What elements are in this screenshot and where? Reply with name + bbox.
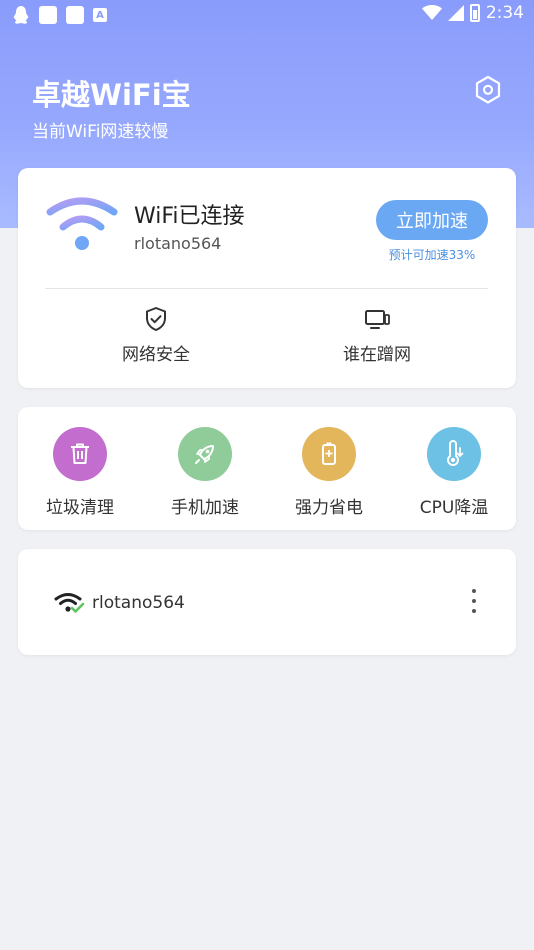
- app-notification-icon: [39, 6, 57, 24]
- tool-label: CPU降温: [419, 498, 489, 518]
- network-list-card: rlotano564: [18, 549, 516, 655]
- feature-label: 谁在蹭网: [343, 345, 411, 365]
- tools-card: 垃圾清理 手机加速 强力省电 CPU降温: [18, 407, 516, 530]
- shield-check-icon: [146, 307, 166, 331]
- network-security-button[interactable]: 网络安全: [86, 306, 226, 365]
- more-options-button[interactable]: [464, 587, 484, 615]
- settings-button[interactable]: [472, 74, 504, 106]
- qq-icon: [13, 6, 29, 24]
- boost-estimate: 预计可加速33%: [388, 248, 476, 262]
- tool-label: 手机加速: [171, 498, 239, 518]
- more-vertical-icon: [472, 589, 476, 613]
- feature-label: 网络安全: [122, 345, 190, 365]
- battery-charging-icon: [469, 4, 480, 22]
- tool-label: 垃圾清理: [46, 498, 114, 518]
- devices-icon: [365, 310, 390, 329]
- tool-icon-circle: [178, 427, 232, 481]
- app-title: 卓越WiFi宝: [32, 78, 191, 112]
- rocket-icon: [195, 445, 214, 464]
- clock: 2:34: [485, 3, 524, 23]
- settings-hexagon-icon: [475, 75, 501, 104]
- divider: [45, 288, 488, 289]
- junk-clean-button[interactable]: 垃圾清理: [20, 427, 140, 518]
- wifi-connected-large-icon: [46, 197, 118, 250]
- phone-boost-button[interactable]: 手机加速: [145, 427, 265, 518]
- network-name: rlotano564: [92, 593, 185, 613]
- cpu-cooling-button[interactable]: CPU降温: [394, 427, 514, 518]
- wifi-connected-icon: [54, 593, 85, 613]
- battery-icon: [322, 442, 336, 465]
- app-notification-icon: [66, 6, 84, 24]
- tool-label: 强力省电: [295, 498, 363, 518]
- tool-icon-circle: [53, 427, 107, 481]
- notification-icons: A: [12, 5, 107, 25]
- speed-status-text: 当前WiFi网速较慢: [32, 122, 169, 142]
- power-saving-button[interactable]: 强力省电: [269, 427, 389, 518]
- connection-status: WiFi已连接: [134, 204, 245, 229]
- font-a-icon: A: [93, 8, 107, 22]
- boost-now-button[interactable]: 立即加速: [376, 200, 488, 240]
- trash-icon: [71, 443, 89, 464]
- tool-icon-circle: [302, 427, 356, 481]
- cell-signal-icon: [447, 5, 464, 21]
- connected-ssid: rlotano564: [134, 234, 222, 253]
- status-bar: A 2:34: [0, 0, 534, 28]
- who-is-on-wifi-button[interactable]: 谁在蹭网: [307, 306, 447, 365]
- connection-card: WiFi已连接 rlotano564 立即加速 预计可加速33% 网络安全 谁在…: [18, 168, 516, 388]
- wifi-signal-icon: [421, 5, 442, 20]
- thermometer-icon: [447, 440, 464, 466]
- tool-icon-circle: [427, 427, 481, 481]
- system-indicators: 2:34: [421, 3, 524, 23]
